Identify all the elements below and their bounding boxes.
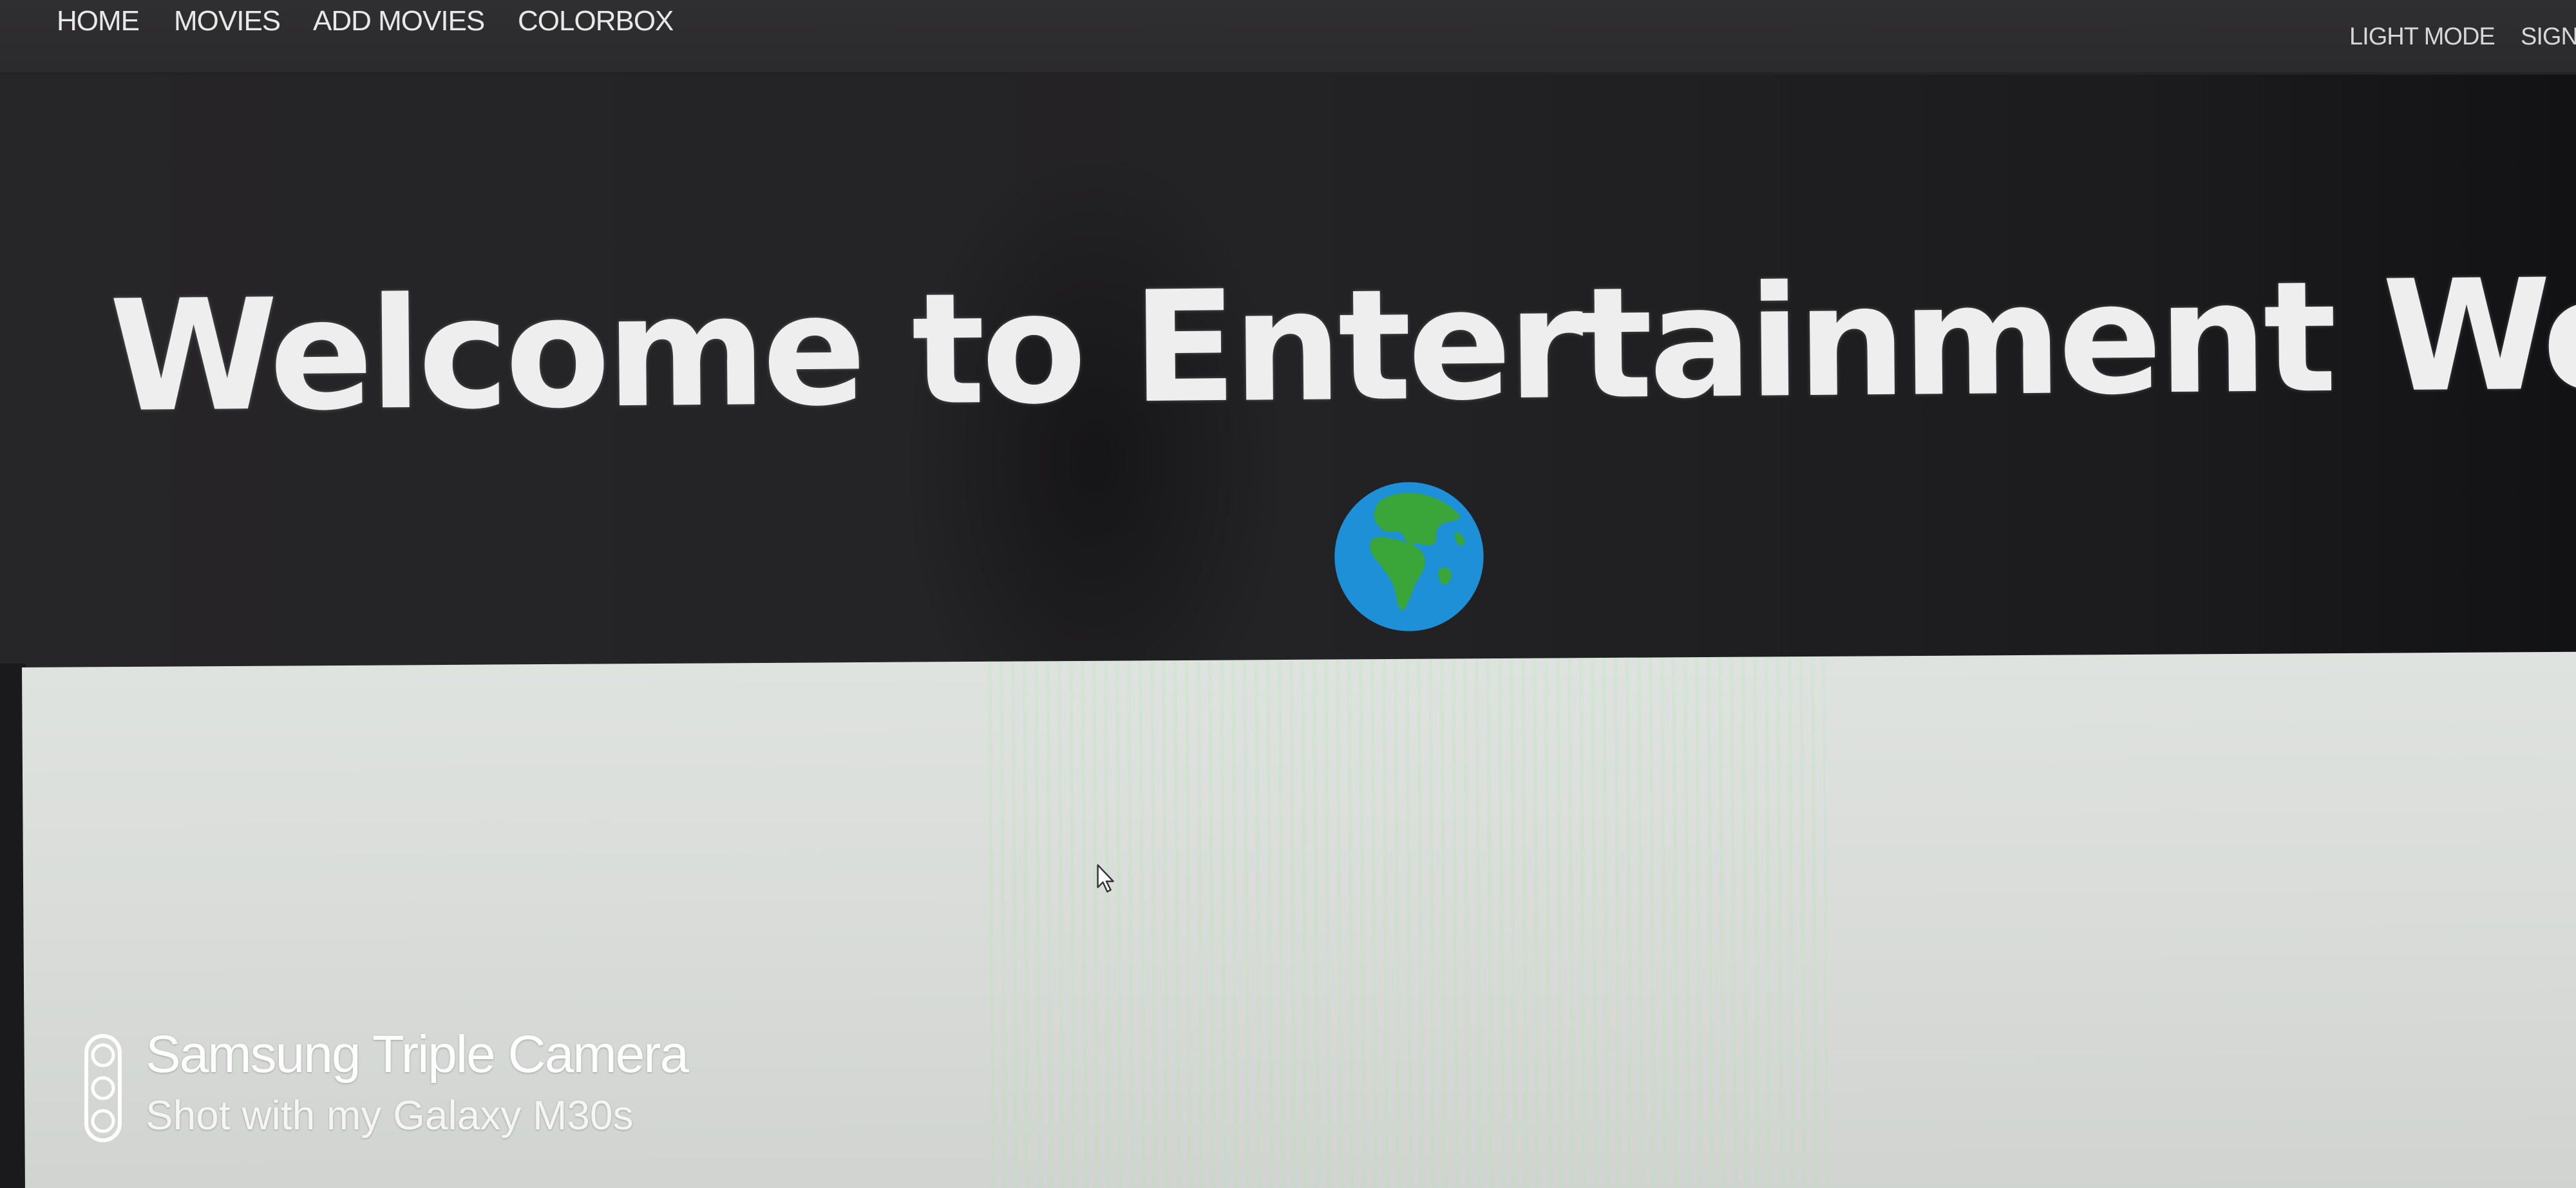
camera-watermark: Samsung Triple Camera Shot with my Galax…: [84, 1024, 985, 1153]
nav-colorbox-link[interactable]: COLORBOX: [518, 5, 674, 37]
triple-camera-icon: [84, 1034, 122, 1142]
watermark-title: Samsung Triple Camera: [146, 1025, 689, 1084]
mouse-cursor-icon: [1097, 864, 1114, 893]
top-navbar: HOME MOVIES ADD MOVIES COLORBOX LIGHT MO…: [0, 0, 2576, 75]
screen: HOME MOVIES ADD MOVIES COLORBOX LIGHT MO…: [0, 0, 2576, 1188]
sign-link[interactable]: SIGN: [2521, 23, 2576, 51]
hero-title: Welcome to Entertainment World: [108, 244, 2576, 446]
nav-add-movies-link[interactable]: ADD MOVIES: [313, 5, 485, 37]
watermark-subtitle: Shot with my Galaxy M30s: [146, 1092, 634, 1138]
nav-movies-link[interactable]: MOVIES: [174, 5, 281, 37]
nav-home-link[interactable]: HOME: [57, 5, 140, 37]
light-mode-toggle[interactable]: LIGHT MODE: [2349, 23, 2496, 51]
hero-banner: Welcome to Entertainment World: [0, 75, 2576, 667]
globe-icon: [1334, 482, 1484, 631]
